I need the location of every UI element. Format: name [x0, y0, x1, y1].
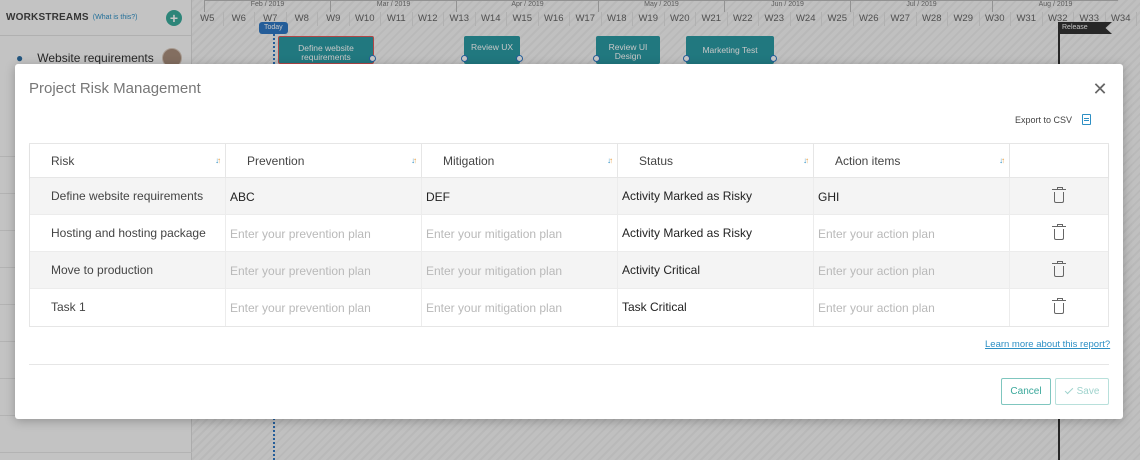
sort-icon[interactable]: ↓↑: [215, 144, 221, 178]
table-body: Define website requirements Activity Mark…: [30, 178, 1108, 326]
export-csv-link[interactable]: Export to CSV: [1015, 115, 1072, 125]
action-input[interactable]: [814, 178, 1009, 215]
action-cell: [814, 215, 1010, 252]
mitigation-cell: [422, 289, 618, 326]
column-header-delete: [1010, 144, 1108, 178]
column-header-risk[interactable]: Risk ↓↑: [30, 144, 226, 178]
status-cell: Task Critical: [618, 289, 814, 326]
column-header-action-items[interactable]: Action items ↓↑: [814, 144, 1010, 178]
close-icon[interactable]: ✕: [1089, 78, 1111, 100]
prevention-input[interactable]: [226, 289, 421, 326]
action-input[interactable]: [814, 289, 1009, 326]
risk-cell: Define website requirements: [30, 178, 226, 215]
prevention-cell: [226, 178, 422, 215]
modal-title: Project Risk Management: [29, 80, 201, 97]
status-cell: Activity Marked as Risky: [618, 215, 814, 252]
column-header-status[interactable]: Status ↓↑: [618, 144, 814, 178]
delete-cell: [1010, 215, 1108, 252]
file-icon[interactable]: [1082, 114, 1092, 125]
learn-more-link[interactable]: Learn more about this report?: [985, 339, 1110, 350]
action-cell: [814, 289, 1010, 326]
column-label: Prevention: [247, 154, 305, 168]
mitigation-input[interactable]: [422, 289, 617, 326]
action-cell: [814, 252, 1010, 289]
cancel-button[interactable]: Cancel: [1001, 378, 1051, 405]
table-row: Task 1 Task Critical: [30, 289, 1108, 326]
trash-icon[interactable]: [1052, 298, 1066, 314]
risk-cell: Move to production: [30, 252, 226, 289]
action-input[interactable]: [814, 215, 1009, 252]
footer-divider: [29, 364, 1109, 365]
mitigation-cell: [422, 178, 618, 215]
mitigation-input[interactable]: [422, 215, 617, 252]
status-cell: Activity Marked as Risky: [618, 178, 814, 215]
mitigation-input[interactable]: [422, 178, 617, 215]
save-label: Save: [1076, 386, 1100, 397]
column-label: Mitigation: [443, 154, 495, 168]
status-cell: Activity Critical: [618, 252, 814, 289]
trash-icon[interactable]: [1052, 224, 1066, 240]
table-header: Risk ↓↑ Prevention ↓↑ Mitigation ↓↑ Stat…: [30, 144, 1108, 178]
table-row: Move to production Activity Critical: [30, 252, 1108, 289]
mitigation-input[interactable]: [422, 252, 617, 289]
table-row: Hosting and hosting package Activity Mark…: [30, 215, 1108, 252]
prevention-cell: [226, 252, 422, 289]
sort-icon[interactable]: ↓↑: [803, 144, 809, 178]
table-row: Define website requirements Activity Mark…: [30, 178, 1108, 215]
mitigation-cell: [422, 252, 618, 289]
column-label: Status: [639, 154, 674, 168]
prevention-input[interactable]: [226, 215, 421, 252]
sort-icon[interactable]: ↓↑: [999, 144, 1005, 178]
prevention-input[interactable]: [226, 252, 421, 289]
save-button[interactable]: Save: [1055, 378, 1109, 405]
delete-cell: [1010, 178, 1108, 215]
risk-cell: Hosting and hosting package: [30, 215, 226, 252]
mitigation-cell: [422, 215, 618, 252]
delete-cell: [1010, 252, 1108, 289]
risk-table: Risk ↓↑ Prevention ↓↑ Mitigation ↓↑ Stat…: [29, 143, 1109, 327]
check-icon: [1064, 385, 1073, 395]
prevention-input[interactable]: [226, 178, 421, 215]
risk-cell: Task 1: [30, 289, 226, 326]
action-cell: [814, 178, 1010, 215]
prevention-cell: [226, 289, 422, 326]
risk-management-modal: Project Risk Management ✕ Export to CSV …: [15, 64, 1123, 419]
trash-icon[interactable]: [1052, 187, 1066, 203]
sort-icon[interactable]: ↓↑: [411, 144, 417, 178]
sort-icon[interactable]: ↓↑: [607, 144, 613, 178]
export-csv: Export to CSV: [1015, 114, 1092, 125]
column-label: Risk: [51, 154, 75, 168]
column-header-prevention[interactable]: Prevention ↓↑: [226, 144, 422, 178]
trash-icon[interactable]: [1052, 261, 1066, 277]
column-header-mitigation[interactable]: Mitigation ↓↑: [422, 144, 618, 178]
action-input[interactable]: [814, 252, 1009, 289]
column-label: Action items: [835, 154, 901, 168]
delete-cell: [1010, 289, 1108, 326]
prevention-cell: [226, 215, 422, 252]
